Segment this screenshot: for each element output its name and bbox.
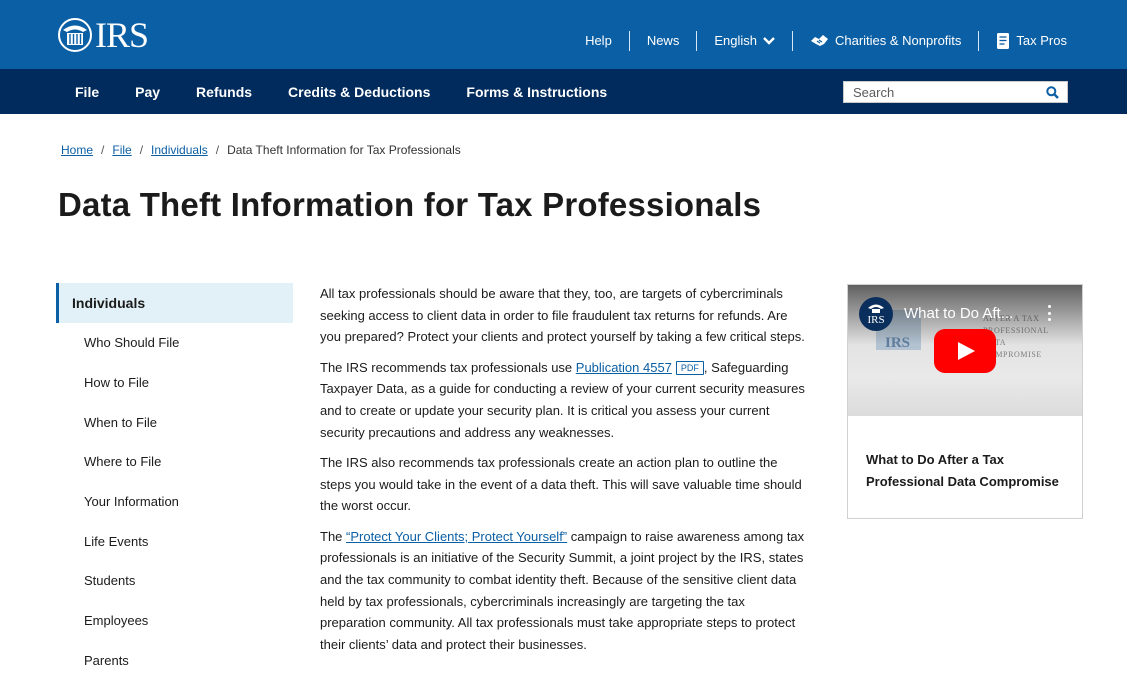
irs-eagle-seal-icon	[58, 18, 92, 52]
video-player[interactable]: IRS AFTER A TAX PROFESSIONAL DATA COMPRO…	[848, 285, 1082, 416]
sidebar-item-employees[interactable]: Employees	[56, 601, 293, 641]
charities-link[interactable]: Charities & Nonprofits	[793, 31, 978, 51]
search-icon	[1045, 85, 1059, 99]
article-body: All tax professionals should be aware th…	[320, 283, 812, 664]
breadcrumb: Home / File / Individuals / Data Theft I…	[61, 143, 461, 157]
breadcrumb-current: Data Theft Information for Tax Professio…	[227, 143, 461, 157]
tax-pros-link[interactable]: Tax Pros	[979, 31, 1067, 51]
paragraph-intro: All tax professionals should be aware th…	[320, 286, 805, 345]
sidebar-item-where-to-file[interactable]: Where to File	[56, 442, 293, 482]
video-caption[interactable]: What to Do After a Tax Professional Data…	[866, 449, 1071, 493]
sidebar-item-life-events[interactable]: Life Events	[56, 521, 293, 561]
document-icon	[997, 32, 1010, 49]
sidebar-item-students[interactable]: Students	[56, 561, 293, 601]
search-input[interactable]	[844, 82, 1039, 102]
nav-file[interactable]: File	[58, 84, 117, 100]
video-title[interactable]: What to Do Aft...	[904, 305, 1013, 322]
nav-pay[interactable]: Pay	[117, 84, 178, 100]
nav-refunds[interactable]: Refunds	[178, 84, 270, 100]
publication-4557-link[interactable]: Publication 4557	[576, 360, 672, 375]
sidebar-item-parents[interactable]: Parents	[56, 641, 293, 681]
utility-divider	[628, 30, 630, 51]
nav-forms-instructions[interactable]: Forms & Instructions	[448, 84, 625, 100]
site-header: IRS Help News English Charities & Nonpro…	[0, 0, 1127, 69]
chevron-down-icon	[763, 36, 775, 45]
paragraph-campaign: The “Protect Your Clients; Protect Yours…	[320, 526, 812, 656]
utility-divider	[696, 30, 698, 51]
help-link[interactable]: Help	[568, 31, 629, 51]
language-selector[interactable]: English	[697, 31, 792, 51]
breadcrumb-separator: /	[101, 143, 105, 157]
paragraph-action-plan: The IRS also recommends tax professional…	[320, 454, 802, 514]
sidebar-item-how-to-file[interactable]: How to File	[56, 363, 293, 403]
sidebar-heading-individuals[interactable]: Individuals	[56, 283, 293, 323]
breadcrumb-home[interactable]: Home	[61, 143, 93, 157]
play-icon[interactable]	[934, 329, 996, 373]
paragraph-text: The IRS recommends tax professionals use	[320, 359, 576, 375]
sidebar-item-when-to-file[interactable]: When to File	[56, 402, 293, 442]
breadcrumb-individuals[interactable]: Individuals	[151, 143, 208, 157]
nav-credits-deductions[interactable]: Credits & Deductions	[270, 84, 448, 100]
charities-label: Charities & Nonprofits	[834, 33, 962, 48]
irs-logo[interactable]: IRS	[58, 15, 149, 55]
language-label: English	[714, 33, 757, 48]
sidebar-item-who-should-file[interactable]: Who Should File	[56, 323, 293, 363]
video-card: IRS AFTER A TAX PROFESSIONAL DATA COMPRO…	[847, 284, 1083, 519]
paragraph-publication: The IRS recommends tax professionals use…	[320, 357, 812, 444]
logo-text: IRS	[95, 15, 149, 55]
tax-pros-label: Tax Pros	[1016, 33, 1067, 48]
utility-nav: Help News English Charities & Nonprofits	[568, 28, 1067, 53]
channel-avatar[interactable]: IRS	[859, 297, 893, 331]
breadcrumb-file[interactable]: File	[112, 143, 131, 157]
paragraph-text: campaign to raise awareness among tax pr…	[320, 528, 805, 653]
channel-avatar-label: IRS	[867, 314, 885, 326]
paragraph-text: The	[320, 528, 347, 544]
more-vertical-icon[interactable]	[1046, 305, 1052, 321]
protect-your-clients-link[interactable]: “Protect Your Clients; Protect Yourself”	[346, 529, 567, 544]
breadcrumb-separator: /	[215, 143, 220, 157]
utility-divider	[978, 30, 980, 51]
news-link[interactable]: News	[630, 31, 697, 51]
pdf-badge: PDF	[675, 360, 704, 375]
search-button[interactable]	[1039, 82, 1065, 102]
sidebar: Individuals Who Should File How to File …	[56, 283, 293, 680]
utility-divider	[791, 30, 793, 51]
breadcrumb-separator: /	[139, 143, 144, 157]
search-box	[843, 81, 1068, 103]
handshake-icon	[810, 35, 828, 46]
sidebar-item-your-information[interactable]: Your Information	[56, 482, 293, 522]
irs-seal-icon	[868, 304, 884, 313]
page-title: Data Theft Information for Tax Professio…	[58, 186, 762, 223]
